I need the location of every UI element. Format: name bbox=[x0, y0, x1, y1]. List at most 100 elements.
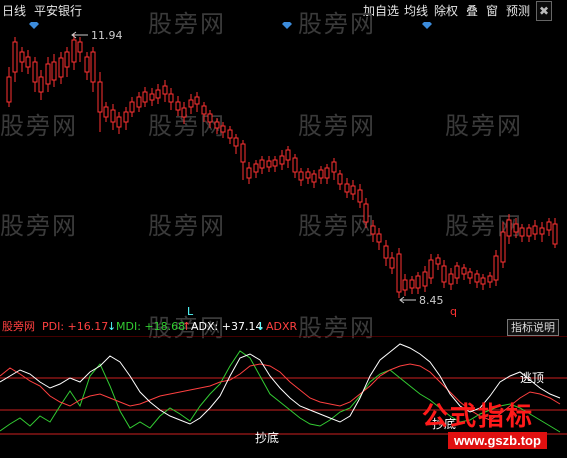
stock-name: 平安银行 bbox=[34, 4, 83, 18]
candle-body bbox=[181, 107, 187, 118]
candle-body bbox=[142, 91, 148, 103]
candle-body bbox=[552, 223, 558, 245]
candle-body bbox=[58, 57, 64, 78]
candle-body bbox=[493, 255, 499, 281]
candle-body bbox=[201, 105, 207, 115]
candle-body bbox=[259, 159, 265, 169]
top-escape-annotation: 逃顶 bbox=[520, 371, 544, 385]
candles bbox=[6, 34, 558, 298]
indicator-help-button[interactable]: 指标说明 bbox=[507, 319, 559, 336]
adx-arrow-icon: ↓ bbox=[256, 320, 266, 333]
candle-body bbox=[123, 111, 129, 123]
forecast-button[interactable]: 预测 bbox=[506, 2, 530, 20]
candle-body bbox=[389, 257, 395, 269]
candle-body bbox=[337, 173, 343, 185]
moving-average-button[interactable]: 均线 bbox=[404, 2, 428, 20]
candle-body bbox=[331, 161, 337, 173]
candle-body bbox=[383, 245, 389, 259]
candle-body bbox=[77, 41, 83, 53]
candle-body bbox=[480, 277, 486, 285]
candle-body bbox=[546, 221, 552, 231]
brand-title: 公式指标 bbox=[422, 402, 535, 432]
candle-body bbox=[149, 93, 155, 101]
candle-body bbox=[12, 41, 18, 73]
candle-body bbox=[175, 101, 181, 111]
candle-body bbox=[532, 225, 538, 235]
candle-body bbox=[240, 143, 246, 163]
candle-body bbox=[233, 137, 239, 147]
candle-body bbox=[220, 125, 226, 133]
pdi-arrow-icon: ↓ bbox=[107, 320, 117, 333]
indicator-name: 股旁网 bbox=[2, 320, 35, 333]
candle-body bbox=[45, 63, 51, 85]
low-price-annotation: 8.45 bbox=[399, 294, 444, 307]
brand-watermark: 公式指标 www.gszb.top bbox=[410, 396, 567, 458]
candle-body bbox=[396, 253, 402, 293]
candle-body bbox=[6, 76, 12, 103]
candle-body bbox=[246, 167, 252, 179]
candle-body bbox=[344, 183, 350, 193]
candle-body bbox=[110, 109, 116, 123]
candle-body bbox=[506, 219, 512, 237]
candle-body bbox=[194, 96, 200, 105]
candle-body bbox=[272, 159, 278, 167]
candle-body bbox=[214, 121, 220, 129]
high-price-label: 11.94 bbox=[91, 29, 123, 42]
candle-body bbox=[253, 163, 259, 173]
candle-body bbox=[32, 61, 38, 83]
candle-body bbox=[435, 257, 441, 265]
candle-body bbox=[519, 227, 525, 237]
candle-body bbox=[526, 227, 532, 237]
candle-body bbox=[311, 173, 317, 183]
candle-body bbox=[454, 265, 460, 279]
candle-body bbox=[279, 155, 285, 165]
low-marker: q bbox=[450, 305, 457, 318]
event-markers bbox=[29, 22, 432, 29]
candle-body bbox=[318, 169, 324, 179]
candle-body bbox=[448, 273, 454, 285]
candle-body bbox=[402, 279, 408, 291]
candle-body bbox=[25, 56, 31, 68]
window-button[interactable]: 窗 bbox=[486, 2, 498, 20]
event-marker: L bbox=[187, 305, 194, 318]
mdi-value: MDI: +18.68 bbox=[116, 320, 186, 333]
candle-body bbox=[350, 185, 356, 195]
candle-body bbox=[298, 171, 304, 181]
ex-rights-button[interactable]: 除权 bbox=[434, 2, 458, 20]
diamond-marker-icon bbox=[422, 22, 432, 29]
candle-body bbox=[38, 76, 44, 93]
candle-body bbox=[376, 233, 382, 243]
candle-body bbox=[155, 89, 161, 99]
candle-body bbox=[539, 227, 545, 235]
candle-body bbox=[292, 157, 298, 173]
candle-body bbox=[71, 39, 77, 63]
candle-body bbox=[168, 93, 174, 103]
candle-body bbox=[227, 129, 233, 139]
candlestick-chart[interactable]: 11.94 8.45 q L bbox=[0, 22, 567, 318]
candle-body bbox=[84, 56, 90, 73]
candle-body bbox=[103, 106, 109, 118]
overlay-button[interactable]: 叠 bbox=[466, 2, 478, 20]
candle-body bbox=[19, 51, 25, 63]
candle-body bbox=[136, 96, 142, 108]
period-label[interactable]: 日线 bbox=[2, 2, 26, 20]
candle-body bbox=[116, 116, 122, 128]
candle-body bbox=[266, 160, 272, 168]
close-icon[interactable]: ✖ bbox=[536, 1, 553, 21]
candle-body bbox=[487, 275, 493, 283]
low-price-label: 8.45 bbox=[419, 294, 444, 307]
candle-body bbox=[90, 51, 96, 83]
adx-value: ADX: +37.14 bbox=[191, 320, 263, 333]
candle-body bbox=[97, 81, 103, 113]
adxr-label: ADXR bbox=[266, 320, 298, 333]
candle-body bbox=[428, 259, 434, 279]
pdi-value: PDI: +16.17 bbox=[42, 320, 109, 333]
candle-body bbox=[422, 271, 428, 287]
mdi-arrow-icon: ↑ bbox=[182, 320, 192, 333]
candle-body bbox=[461, 267, 467, 275]
candle-body bbox=[415, 275, 421, 289]
indicator-header: 股旁网 PDI: +16.17 ↓ MDI: +18.68 ↑ ADX: +37… bbox=[0, 318, 567, 336]
candle-body bbox=[64, 51, 70, 68]
candle-body bbox=[513, 223, 519, 233]
diamond-marker-icon bbox=[282, 22, 292, 29]
